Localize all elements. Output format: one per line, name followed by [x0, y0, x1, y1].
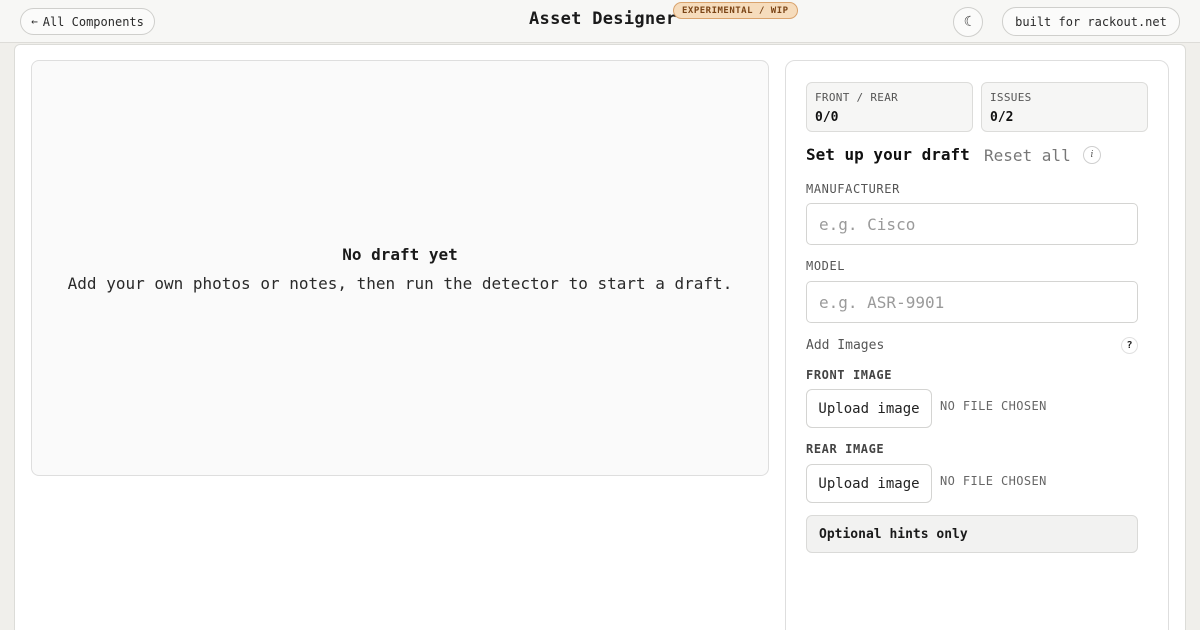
front-image-label: FRONT IMAGE	[806, 368, 893, 382]
info-icon[interactable]: i	[1083, 146, 1101, 164]
help-icon[interactable]: ?	[1121, 337, 1138, 354]
rear-image-label: REAR IMAGE	[806, 442, 885, 456]
rear-image-upload-button[interactable]: Upload image	[806, 464, 932, 503]
issues-stat-value: 0/2	[990, 110, 1014, 125]
empty-state-description: Add your own photos or notes, then run t…	[67, 274, 733, 293]
issues-stat-label: ISSUES	[990, 91, 1032, 104]
manufacturer-input[interactable]	[806, 203, 1138, 245]
front-image-upload-button[interactable]: Upload image	[806, 389, 932, 428]
draft-canvas: No draft yet Add your own photos or note…	[31, 60, 769, 476]
issues-stat: ISSUES 0/2	[981, 82, 1148, 132]
model-input[interactable]	[806, 281, 1138, 323]
all-components-label: All Components	[42, 14, 144, 29]
moon-icon: ☾	[963, 14, 973, 30]
add-images-label: Add Images	[806, 338, 885, 353]
reset-all-button[interactable]: Reset all	[984, 146, 1071, 165]
model-label: MODEL	[806, 259, 846, 273]
manufacturer-label: MANUFACTURER	[806, 182, 900, 196]
empty-state-title: No draft yet	[342, 245, 458, 264]
arrow-left-icon: ←	[31, 15, 38, 28]
experimental-badge: EXPERIMENTAL / WIP	[673, 2, 798, 19]
setup-sidebar: FRONT / REAR 0/0 ISSUES 0/2 Set up your …	[785, 60, 1169, 630]
setup-title: Set up your draft	[806, 145, 970, 164]
front-rear-stat-label: FRONT / REAR	[815, 91, 899, 104]
front-rear-stat: FRONT / REAR 0/0	[806, 82, 973, 132]
top-bar: ← All Components Asset Designer EXPERIME…	[0, 0, 1200, 43]
built-for-link[interactable]: built for rackout.net	[1002, 7, 1180, 36]
front-rear-stat-value: 0/0	[815, 110, 839, 125]
front-image-status: NO FILE CHOSEN	[940, 399, 1047, 413]
page-title: Asset Designer	[529, 9, 677, 29]
theme-toggle-button[interactable]: ☾	[953, 7, 983, 37]
all-components-button[interactable]: ← All Components	[20, 8, 155, 35]
rear-image-status: NO FILE CHOSEN	[940, 474, 1047, 488]
optional-hints-toggle[interactable]: Optional hints only	[806, 515, 1138, 553]
